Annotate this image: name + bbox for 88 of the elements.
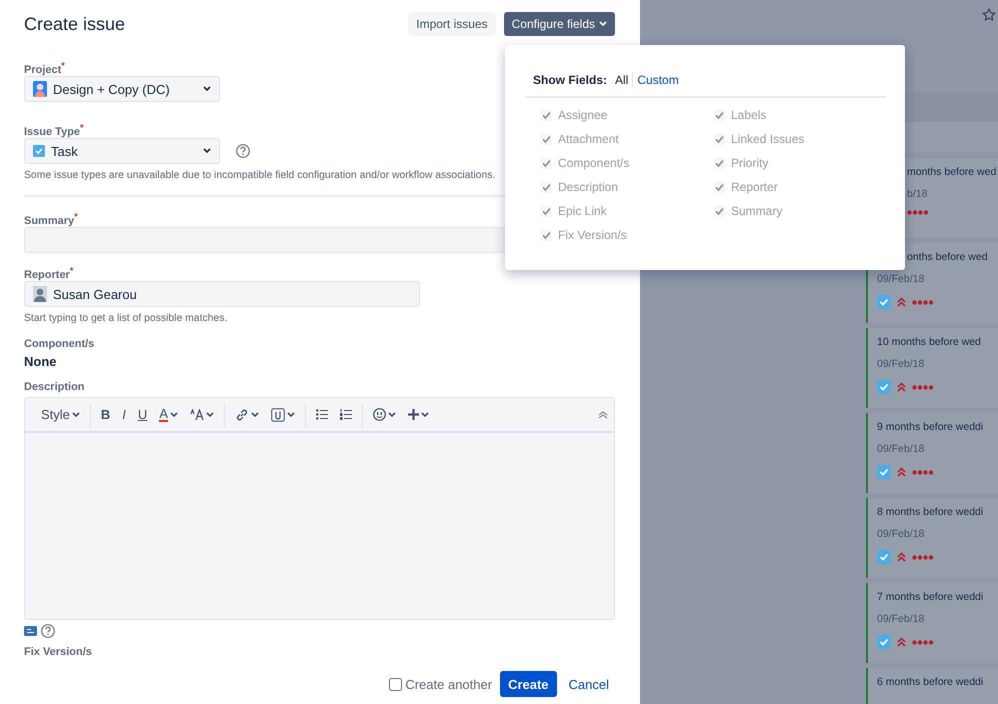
checkbox-icon xyxy=(877,550,891,564)
checkbox-icon xyxy=(33,145,45,157)
mode-link[interactable]: All xyxy=(611,73,632,87)
double-chevron-up-icon xyxy=(897,637,906,647)
checkbox-icon xyxy=(877,635,891,649)
double-chevron-up-icon xyxy=(897,297,906,307)
link-icon xyxy=(234,408,249,422)
field-checkbox[interactable]: Epic Link xyxy=(541,199,714,223)
checkbox-icon xyxy=(877,380,891,394)
field-checkbox[interactable]: Linked Issues xyxy=(714,127,886,151)
mode-link[interactable]: Custom xyxy=(632,73,683,87)
card-title: 10 months before wed xyxy=(877,336,981,348)
field-hint: Start typing to get a list of possible matches. xyxy=(24,313,228,324)
dots-icon xyxy=(912,384,934,390)
dots-icon xyxy=(912,470,934,474)
text-mode-icon[interactable] xyxy=(24,626,37,636)
field-label: Summary$^{*}$ xyxy=(24,211,78,225)
issue-type-select[interactable]: Task xyxy=(24,138,220,164)
plus-icon xyxy=(408,409,419,420)
chevron-down-icon xyxy=(203,148,211,154)
create-button[interactable]: Create xyxy=(500,671,557,697)
chevron-down-icon xyxy=(203,86,211,92)
import-button[interactable]: Import issues xyxy=(408,12,496,36)
description-editor[interactable]: Style B I U A xyxy=(24,397,615,620)
dots-icon xyxy=(912,640,934,644)
style-dropdown[interactable]: Style xyxy=(37,402,84,426)
double-chevron-up-icon xyxy=(897,552,906,562)
card-title: 7 months before weddi xyxy=(877,591,984,603)
field-label: Issue Type$^{*}$ xyxy=(24,122,84,136)
checkbox-icon xyxy=(877,465,891,479)
reporter-field[interactable]: Susan Gearou xyxy=(24,281,420,307)
card-date: 09/Feb/18 xyxy=(877,613,924,625)
field-checkbox[interactable]: Assignee xyxy=(541,103,714,127)
dialog-title: Create issue xyxy=(24,14,126,34)
avatar-icon xyxy=(33,286,47,302)
bold-button[interactable]: B xyxy=(96,402,114,426)
project-select[interactable]: Design + Copy (DC) xyxy=(24,76,220,102)
card-date: 09/Feb/18 xyxy=(877,273,924,285)
field-checkbox[interactable]: Component/s xyxy=(541,151,714,175)
text-color-button[interactable]: A xyxy=(155,402,182,426)
field-checkbox[interactable]: Attachment xyxy=(541,127,714,151)
field-label: Reporter$^{*}$ xyxy=(24,265,74,279)
italic-button[interactable]: I xyxy=(118,402,130,426)
show-fields-label: Show Fields: xyxy=(533,73,608,87)
field-note: Some issue types are unavailable due to incompatible field configuration and/or workflow associations. xyxy=(24,170,496,181)
issue-card[interactable]: 6 months before weddi xyxy=(866,668,998,704)
field-label: Component/s xyxy=(24,338,94,352)
field-value: None xyxy=(24,354,58,369)
checkbox-icon xyxy=(877,295,891,309)
project-avatar-icon xyxy=(33,81,47,97)
card-date: 09/Feb/18 xyxy=(877,528,924,540)
issue-card[interactable]: onths before wed 09/Feb/18 xyxy=(866,243,998,323)
cancel-link[interactable]: Cancel xyxy=(564,676,613,692)
double-chevron-up-icon xyxy=(897,382,906,392)
issue-card[interactable]: 10 months before wed 09/Feb/18 xyxy=(866,328,998,408)
issue-card[interactable]: 7 months before weddi 09/Feb/18 xyxy=(866,583,998,663)
bullet-list-icon xyxy=(316,409,328,420)
field-checkbox[interactable]: Labels xyxy=(714,103,886,127)
star-icon[interactable] xyxy=(982,8,996,22)
card-date: 09/Feb/18 xyxy=(877,358,924,370)
field-label: Description xyxy=(24,381,85,395)
text-size-icon xyxy=(190,408,204,420)
dots-icon xyxy=(907,210,929,215)
collapse-icon[interactable] xyxy=(598,410,608,418)
card-title: months before wed xyxy=(907,166,996,178)
field-label: Project$^{*}$ xyxy=(24,60,65,74)
issue-card[interactable]: 8 months before weddi 09/Feb/18 xyxy=(866,498,998,578)
card-title: 6 months before weddi xyxy=(877,676,984,688)
help-icon[interactable] xyxy=(41,624,55,638)
card-title: onths before wed xyxy=(907,251,988,263)
checkbox[interactable] xyxy=(389,678,402,690)
dots-icon xyxy=(912,554,934,560)
help-icon[interactable] xyxy=(236,144,250,158)
card-date: 09/Feb/18 xyxy=(877,443,924,455)
card-date: b/18 xyxy=(907,188,928,200)
field-checkbox[interactable]: Fix Version/s xyxy=(541,223,714,247)
field-label: Fix Version/s xyxy=(24,646,92,660)
smiley-icon xyxy=(372,408,386,421)
double-chevron-up-icon xyxy=(897,467,906,477)
card-title: 9 months before weddi xyxy=(877,421,984,433)
configure-fields-button[interactable]: Configure fields xyxy=(504,12,615,36)
numbered-list-icon xyxy=(340,409,352,420)
underline-button[interactable]: U xyxy=(134,402,152,426)
issue-card[interactable]: 9 months before weddi 09/Feb/18 xyxy=(866,413,998,493)
field-checkbox[interactable]: Description xyxy=(541,175,714,199)
card-title: 8 months before weddi xyxy=(877,506,984,518)
create-another-checkbox[interactable]: Create another xyxy=(389,676,492,692)
dots-icon xyxy=(912,300,934,304)
